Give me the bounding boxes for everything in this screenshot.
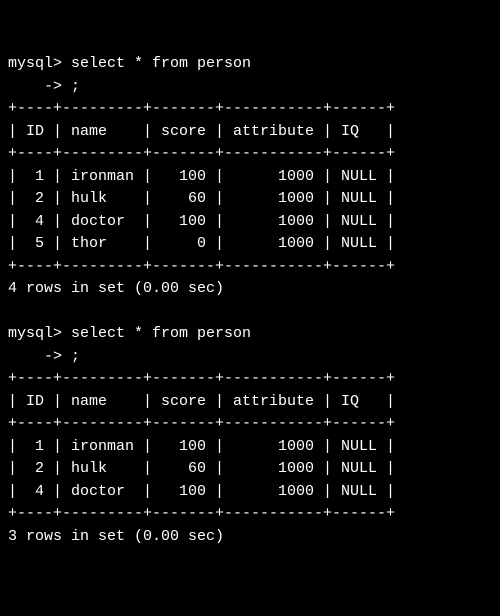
table-row: | 2 | hulk | 60 | 1000 | NULL | <box>8 190 395 207</box>
mysql-prompt-1: mysql> select * from person <box>8 55 251 72</box>
mysql-continuation-2: -> ; <box>8 348 80 365</box>
mysql-prompt-2: mysql> select * from person <box>8 325 251 342</box>
table-border-1-bottom: +----+---------+-------+-----------+----… <box>8 258 395 275</box>
terminal-output: mysql> select * from person -> ; +----+-… <box>8 53 492 548</box>
table-row: | 5 | thor | 0 | 1000 | NULL | <box>8 235 395 252</box>
table-row: | 4 | doctor | 100 | 1000 | NULL | <box>8 483 395 500</box>
result-status-2: 3 rows in set (0.00 sec) <box>8 528 224 545</box>
table-row: | 4 | doctor | 100 | 1000 | NULL | <box>8 213 395 230</box>
table-header-1: | ID | name | score | attribute | IQ | <box>8 123 395 140</box>
table-border-2-top: +----+---------+-------+-----------+----… <box>8 370 395 387</box>
table-border-2-bottom: +----+---------+-------+-----------+----… <box>8 505 395 522</box>
mysql-continuation-1: -> ; <box>8 78 80 95</box>
table-row: | 2 | hulk | 60 | 1000 | NULL | <box>8 460 395 477</box>
result-status-1: 4 rows in set (0.00 sec) <box>8 280 224 297</box>
table-border-1-mid: +----+---------+-------+-----------+----… <box>8 145 395 162</box>
table-border-2-mid: +----+---------+-------+-----------+----… <box>8 415 395 432</box>
table-row: | 1 | ironman | 100 | 1000 | NULL | <box>8 168 395 185</box>
table-header-2: | ID | name | score | attribute | IQ | <box>8 393 395 410</box>
table-row: | 1 | ironman | 100 | 1000 | NULL | <box>8 438 395 455</box>
table-border-1-top: +----+---------+-------+-----------+----… <box>8 100 395 117</box>
